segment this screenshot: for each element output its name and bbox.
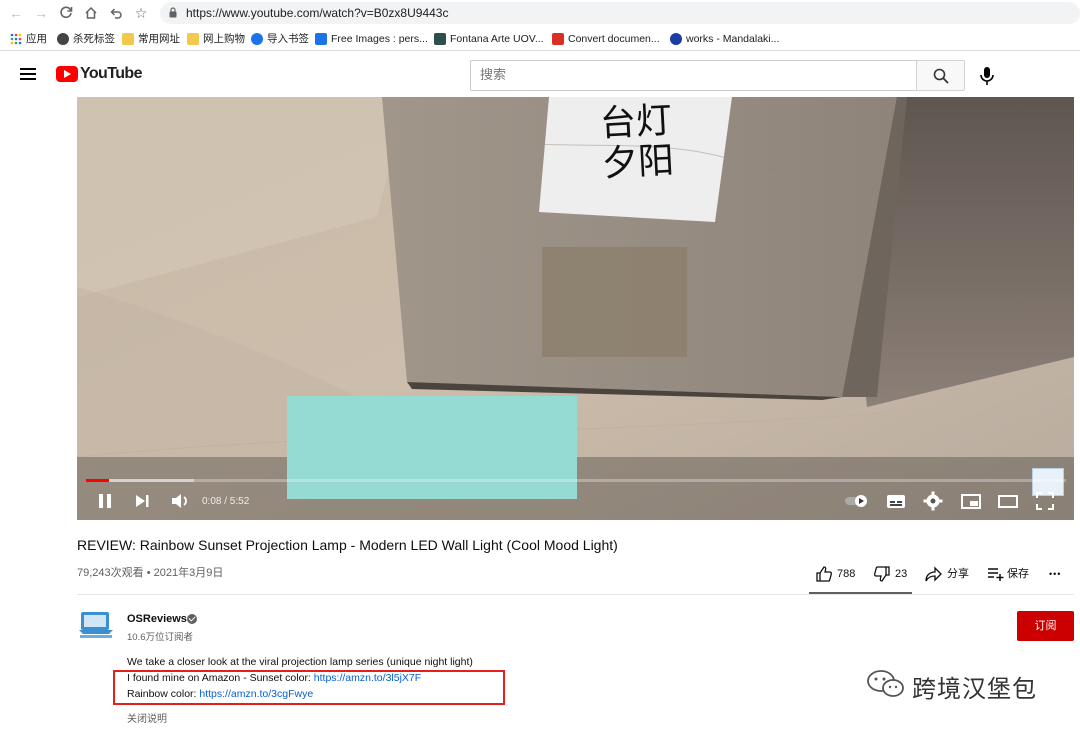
bookmark-item[interactable]: Fontana Arte UOV... [434, 31, 544, 47]
like-count: 788 [837, 568, 856, 580]
pause-icon[interactable] [95, 490, 115, 512]
menu-icon[interactable] [20, 68, 36, 80]
progress-played [86, 479, 109, 482]
bookmark-item[interactable]: Convert documen... [552, 31, 660, 47]
subscribe-button[interactable]: 订阅 [1017, 611, 1074, 641]
share-icon [925, 566, 942, 582]
progress-bar[interactable] [86, 479, 1066, 482]
save-label: 保存 [1007, 568, 1029, 580]
bookmark-star-icon[interactable]: ☆ [131, 3, 151, 23]
search-icon [933, 68, 949, 84]
channel-name[interactable]: OSReviews [127, 613, 187, 625]
collapse-description-button[interactable]: 关闭说明 [127, 710, 167, 725]
bookmark-label: works - Mandalaki... [686, 33, 780, 45]
undo-icon[interactable] [106, 3, 126, 23]
forward-icon[interactable]: → [31, 3, 51, 23]
volume-icon[interactable] [169, 490, 191, 512]
gear-icon [251, 33, 263, 45]
box-label-line: 夕阳 [600, 140, 676, 185]
next-icon[interactable] [132, 490, 152, 512]
thumbs-down-icon [873, 566, 890, 582]
play-logo-icon [56, 66, 78, 82]
bookmark-label: Free Images : pers... [331, 33, 428, 45]
url-text: https://www.youtube.com/watch?v=B0zx8U94… [186, 6, 449, 20]
bookmark-label: 常用网址 [138, 33, 180, 45]
more-icon: ••• [1049, 569, 1062, 579]
browser-toolbar: ← → ☆ https://www.youtube.com/watch?v=B0… [0, 0, 1080, 26]
bookmark-label: 杀死标签 [73, 33, 115, 45]
lock-icon [169, 7, 177, 18]
thumbs-up-icon [816, 566, 833, 582]
site-icon [670, 33, 682, 45]
miniplayer-icon[interactable] [960, 490, 982, 512]
bookmark-label: Convert documen... [568, 33, 660, 45]
video-meta: 79,243次观看 • 2021年3月9日 [77, 567, 224, 579]
back-icon[interactable]: ← [6, 3, 26, 23]
address-bar[interactable]: https://www.youtube.com/watch?v=B0zx8U94… [160, 2, 1080, 24]
ph-site-icon [315, 33, 327, 45]
logo-text: YouTube [80, 65, 142, 82]
search-box [470, 60, 917, 91]
video-player[interactable]: 台灯 夕阳 0:08 / 5:52 [77, 97, 1074, 520]
bookmarks-bar: 应用 杀死标签 常用网址 网上购物 导入书签 Free Images : per… [0, 27, 1080, 51]
bookmark-item[interactable]: 导入书签 [251, 31, 309, 47]
bookmark-folder[interactable]: 网上购物 [187, 31, 245, 47]
blurred-overlay [287, 396, 577, 499]
watermark-text: 跨境汉堡包 [912, 675, 1037, 703]
bookmark-item[interactable]: 杀死标签 [57, 31, 115, 47]
bookmark-item[interactable]: works - Mandalaki... [670, 31, 779, 47]
video-title: REVIEW: Rainbow Sunset Projection Lamp -… [77, 537, 618, 553]
convert-site-icon [552, 33, 564, 45]
box-label: 台灯 夕阳 [575, 100, 699, 186]
bookmark-label: 网上购物 [203, 33, 245, 45]
channel-avatar[interactable] [77, 610, 115, 640]
share-label: 分享 [947, 568, 969, 580]
description-line: We take a closer look at the viral proje… [127, 656, 473, 668]
search-button[interactable] [916, 60, 965, 91]
reload-icon[interactable] [56, 3, 76, 23]
autoplay-toggle[interactable] [843, 490, 871, 512]
theater-mode-icon[interactable] [997, 490, 1019, 512]
box-label-line: 台灯 [598, 100, 673, 145]
bookmark-item[interactable]: Free Images : pers... [315, 31, 428, 47]
add-to-playlist-icon [988, 568, 1004, 581]
subscriber-count: 10.6万位订阅者 [127, 632, 193, 643]
globe-icon [57, 33, 69, 45]
more-actions-button[interactable]: ••• [1049, 565, 1061, 583]
bookmark-apps[interactable]: 应用 [10, 31, 47, 47]
time-display: 0:08 / 5:52 [202, 496, 250, 507]
site-icon [434, 33, 446, 45]
folder-icon [122, 33, 134, 45]
verified-badge-icon [187, 614, 197, 624]
wechat-icon [867, 670, 904, 697]
subtitles-icon[interactable] [885, 490, 907, 512]
bookmark-label: 应用 [26, 33, 47, 45]
microphone-icon[interactable] [978, 66, 996, 86]
wechat-watermark: 跨境汉堡包 [866, 668, 1036, 703]
highlight-box [113, 670, 505, 705]
home-icon[interactable] [81, 3, 101, 23]
bookmark-label: Fontana Arte UOV... [450, 33, 544, 45]
fullscreen-icon[interactable] [1034, 490, 1056, 512]
folder-icon [187, 33, 199, 45]
search-input[interactable] [471, 61, 917, 90]
settings-gear-icon[interactable] [922, 490, 944, 512]
bookmark-folder[interactable]: 常用网址 [122, 31, 180, 47]
youtube-header: YouTube [0, 52, 1080, 97]
dislike-count: 23 [895, 568, 908, 580]
divider [77, 594, 1074, 595]
apps-grid-icon [10, 33, 22, 45]
bookmark-label: 导入书签 [267, 33, 309, 45]
